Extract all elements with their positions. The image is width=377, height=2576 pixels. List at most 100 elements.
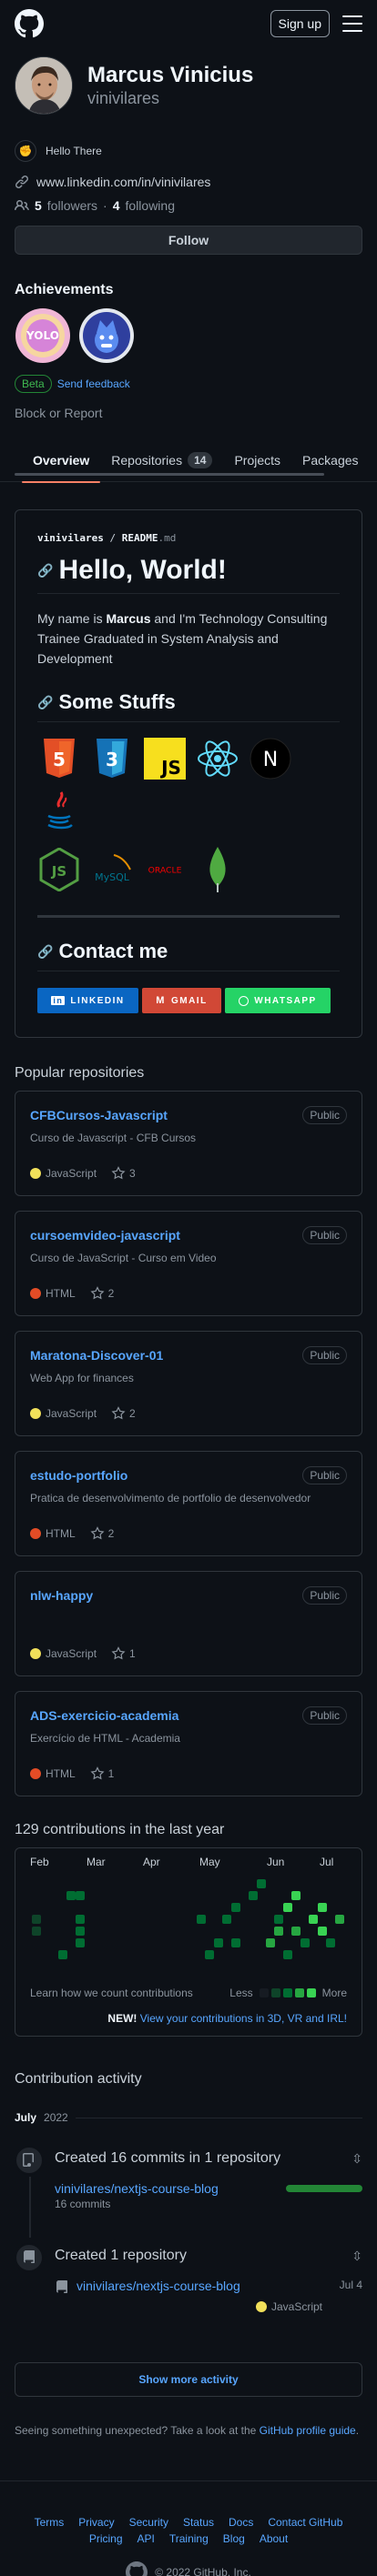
contribution-day[interactable] xyxy=(291,1927,301,1936)
svg-text:3: 3 xyxy=(106,749,118,770)
tabs-scrollbar[interactable] xyxy=(15,473,324,476)
repo-name-link[interactable]: estudo-portfolio xyxy=(30,1468,127,1483)
avatar xyxy=(15,56,73,115)
show-more-activity-button[interactable]: Show more activity xyxy=(15,2362,362,2397)
repo-stars[interactable]: 1 xyxy=(90,1766,114,1781)
gmail-badge[interactable]: M GMAIL xyxy=(142,988,221,1013)
contribution-day[interactable] xyxy=(274,1927,283,1936)
contribution-day[interactable] xyxy=(257,1879,266,1888)
footer-copyright: © 2022 GitHub, Inc. xyxy=(0,2561,377,2576)
linkedin-badge[interactable]: in LINKEDIN xyxy=(37,988,138,1013)
readme-owner[interactable]: vinivilares xyxy=(37,532,104,544)
contribution-day[interactable] xyxy=(32,1927,41,1936)
contribution-day[interactable] xyxy=(75,1915,85,1924)
pull-shark-badge-icon[interactable] xyxy=(78,307,135,364)
contribution-day[interactable] xyxy=(205,1950,214,1959)
contribution-day[interactable] xyxy=(32,1915,41,1924)
tech-icons-row-1: 5 3 JS N xyxy=(37,737,340,833)
anchor-link-icon[interactable]: 🔗 xyxy=(37,944,53,960)
repo-stars[interactable]: 3 xyxy=(111,1166,136,1181)
repo-stars[interactable]: 2 xyxy=(90,1286,114,1301)
anchor-link-icon[interactable]: 🔗 xyxy=(37,695,53,710)
contribution-day[interactable] xyxy=(326,1938,335,1947)
footer-link[interactable]: Docs xyxy=(229,2516,253,2529)
footer-link[interactable]: Terms xyxy=(35,2516,65,2529)
repo-description: Pratica de desenvolvimento de portfolio … xyxy=(30,1492,311,1504)
footer-link[interactable]: Training xyxy=(169,2532,209,2545)
readme-file: README xyxy=(121,532,158,544)
contribution-day[interactable] xyxy=(334,1915,344,1924)
repo-stars[interactable]: 2 xyxy=(111,1406,136,1421)
send-feedback-link[interactable]: Send feedback xyxy=(57,377,130,390)
linkedin-url-link[interactable]: www.linkedin.com/in/vinivilares xyxy=(36,175,210,189)
following-label[interactable]: following xyxy=(126,198,175,213)
hamburger-menu-icon[interactable] xyxy=(342,15,362,32)
month-label: Mar xyxy=(87,1856,106,1868)
commit-count-link[interactable]: 16 commits xyxy=(55,2198,362,2210)
contribution-legend: Less More xyxy=(229,1987,347,1999)
contribution-day[interactable] xyxy=(265,1938,275,1947)
footer-link[interactable]: About xyxy=(260,2532,288,2545)
contribution-day[interactable] xyxy=(66,1891,76,1900)
profile-page: Sign up Marcus Vinicius vinivilares ✊ He… xyxy=(0,0,377,2576)
following-count[interactable]: 4 xyxy=(113,198,120,213)
github-footer-logo-icon[interactable] xyxy=(126,2561,148,2576)
repo-stars[interactable]: 1 xyxy=(111,1646,136,1661)
learn-contributions-link[interactable]: Learn how we count contributions xyxy=(30,1987,193,1999)
contribution-day[interactable] xyxy=(300,1938,310,1947)
footer-link[interactable]: API xyxy=(138,2532,155,2545)
view-3d-link[interactable]: View your contributions in 3D, VR and IR… xyxy=(140,2012,347,2025)
commit-repo-link[interactable]: vinivilares/nextjs-course-blog xyxy=(55,2181,219,2196)
created-repo-link[interactable]: vinivilares/nextjs-course-blog xyxy=(76,2279,240,2293)
repo-stars[interactable]: 2 xyxy=(90,1526,114,1541)
activity-title: Contribution activity xyxy=(15,2071,142,2087)
contribution-day[interactable] xyxy=(230,1938,240,1947)
expand-icon[interactable]: ⇳ xyxy=(352,2249,362,2264)
profile-tabs: Overview Repositories 14 Projects Packag… xyxy=(0,438,377,483)
contribution-day[interactable] xyxy=(57,1950,67,1959)
achievements-title: Achievements xyxy=(15,282,114,297)
footer-link[interactable]: Privacy xyxy=(78,2516,114,2529)
contributions-title: 129 contributions in the last year xyxy=(15,1822,225,1837)
block-or-report-link[interactable]: Block or Report xyxy=(15,406,362,420)
footer-link[interactable]: Pricing xyxy=(89,2532,123,2545)
footer-link[interactable]: Contact GitHub xyxy=(268,2516,342,2529)
whatsapp-badge[interactable]: WHATSAPP xyxy=(225,988,331,1013)
sign-up-button[interactable]: Sign up xyxy=(270,10,330,37)
contribution-day[interactable] xyxy=(317,1903,327,1912)
contribution-day[interactable] xyxy=(75,1891,85,1900)
followers-count[interactable]: 5 xyxy=(35,198,42,213)
month-label: Apr xyxy=(143,1856,160,1868)
footer-link[interactable]: Security xyxy=(129,2516,168,2529)
contribution-day[interactable] xyxy=(309,1915,318,1924)
footer-link[interactable]: Status xyxy=(183,2516,214,2529)
contribution-day[interactable] xyxy=(248,1891,258,1900)
contribution-day[interactable] xyxy=(213,1938,223,1947)
contribution-day[interactable] xyxy=(282,1903,292,1912)
contribution-day[interactable] xyxy=(274,1915,283,1924)
expand-icon[interactable]: ⇳ xyxy=(352,2151,362,2167)
repo-name-link[interactable]: Maratona-Discover-01 xyxy=(30,1348,163,1363)
star-icon xyxy=(90,1286,105,1300)
followers-label[interactable]: followers xyxy=(47,198,97,213)
github-logo-icon[interactable] xyxy=(15,9,44,38)
repo-name-link[interactable]: nlw-happy xyxy=(30,1588,93,1603)
tab-stars[interactable]: S xyxy=(370,438,377,482)
contribution-day[interactable] xyxy=(230,1903,240,1912)
repo-name-link[interactable]: cursoemvideo-javascript xyxy=(30,1228,180,1243)
repo-name-link[interactable]: CFBCursos-Javascript xyxy=(30,1108,168,1122)
contribution-day[interactable] xyxy=(317,1927,327,1936)
contribution-day[interactable] xyxy=(75,1927,85,1936)
anchor-link-icon[interactable]: 🔗 xyxy=(37,563,53,579)
contribution-day[interactable] xyxy=(291,1891,301,1900)
contribution-day[interactable] xyxy=(75,1938,85,1947)
tab-overview-label: Overview xyxy=(33,453,90,468)
yolo-badge-icon[interactable]: YOLO xyxy=(15,307,71,364)
follow-button[interactable]: Follow xyxy=(15,226,362,255)
contribution-day[interactable] xyxy=(282,1950,292,1959)
footer-link[interactable]: Blog xyxy=(223,2532,245,2545)
repo-name-link[interactable]: ADS-exercicio-academia xyxy=(30,1708,178,1723)
contribution-day[interactable] xyxy=(196,1915,206,1924)
profile-guide-link[interactable]: GitHub profile guide xyxy=(260,2424,356,2437)
contribution-day[interactable] xyxy=(222,1915,231,1924)
